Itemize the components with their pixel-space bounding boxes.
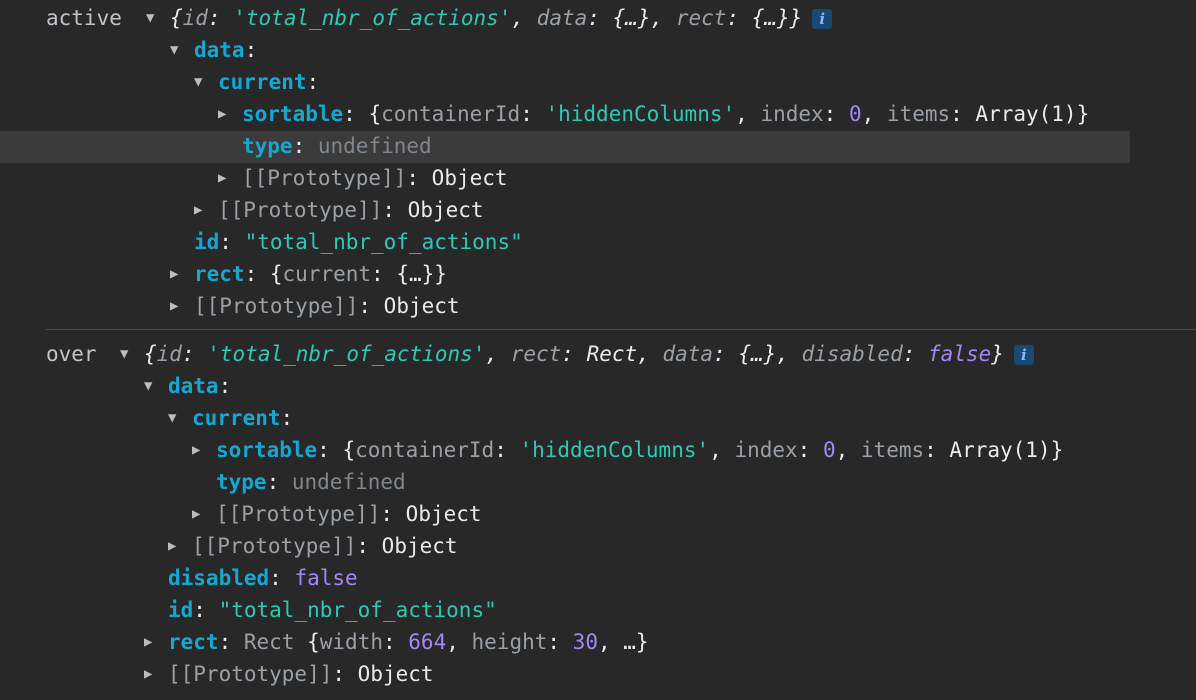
over-sortable-row[interactable]: ▶ sortable: {containerId: 'hiddenColumns'… xyxy=(192,434,1063,466)
chevron-right-icon[interactable]: ▶ xyxy=(144,626,168,658)
chevron-right-icon[interactable]: ▶ xyxy=(218,98,242,130)
chevron-down-icon[interactable]: ▼ xyxy=(194,66,218,98)
chevron-right-icon[interactable]: ▶ xyxy=(192,498,216,530)
active-label: active xyxy=(46,6,122,30)
chevron-down-icon[interactable]: ▼ xyxy=(120,338,144,370)
console-divider xyxy=(46,329,1196,330)
chevron-down-icon[interactable]: ▼ xyxy=(144,370,168,402)
active-sortable-row[interactable]: ▶ sortable: {containerId: 'hiddenColumns'… xyxy=(218,98,1089,130)
over-data-prototype-row[interactable]: ▶ [[Prototype]]: Object xyxy=(168,530,458,562)
over-root-prototype-row[interactable]: ▶ [[Prototype]]: Object xyxy=(144,658,434,690)
over-rect-row[interactable]: ▶ rect: Rect {width: 664, height: 30, …} xyxy=(144,626,649,658)
active-rect-row[interactable]: ▶ rect: {current: {…}} xyxy=(170,258,447,290)
chevron-right-icon[interactable]: ▶ xyxy=(194,194,218,226)
chevron-right-icon[interactable]: ▶ xyxy=(170,290,194,322)
active-root-prototype-row[interactable]: ▶ [[Prototype]]: Object xyxy=(170,290,460,322)
over-current-row[interactable]: ▼ current: xyxy=(168,402,293,434)
chevron-down-icon[interactable]: ▼ xyxy=(146,2,170,34)
chevron-right-icon[interactable]: ▶ xyxy=(170,258,194,290)
chevron-right-icon[interactable]: ▶ xyxy=(218,162,242,194)
over-current-prototype-row[interactable]: ▶ [[Prototype]]: Object xyxy=(192,498,482,530)
over-summary[interactable]: {id: 'total_nbr_of_actions', rect: Rect,… xyxy=(144,342,1004,366)
chevron-down-icon[interactable]: ▼ xyxy=(168,402,192,434)
over-type-row[interactable]: type: undefined xyxy=(192,466,406,498)
active-entry-row[interactable]: active ▼ {id: 'total_nbr_of_actions', dat… xyxy=(0,2,1196,34)
active-id-row[interactable]: id: "total_nbr_of_actions" xyxy=(170,226,523,258)
over-id-row[interactable]: id: "total_nbr_of_actions" xyxy=(144,594,497,626)
chevron-down-icon[interactable]: ▼ xyxy=(170,34,194,66)
info-icon[interactable]: i xyxy=(1013,345,1034,365)
chevron-right-icon[interactable]: ▶ xyxy=(168,530,192,562)
over-data-row[interactable]: ▼ data: xyxy=(144,370,231,402)
info-icon[interactable]: i xyxy=(812,9,833,29)
active-current-prototype-row[interactable]: ▶ [[Prototype]]: Object xyxy=(218,162,508,194)
hover-highlight xyxy=(0,131,1130,163)
chevron-right-icon[interactable]: ▶ xyxy=(144,658,168,690)
over-label: over xyxy=(46,342,97,366)
over-disabled-row[interactable]: disabled: false xyxy=(144,562,358,594)
active-type-row[interactable]: type: undefined xyxy=(218,130,432,162)
active-summary[interactable]: {id: 'total_nbr_of_actions', data: {…}, … xyxy=(170,6,802,30)
active-current-row[interactable]: ▼ current: xyxy=(194,66,319,98)
chevron-right-icon[interactable]: ▶ xyxy=(192,434,216,466)
active-data-prototype-row[interactable]: ▶ [[Prototype]]: Object xyxy=(194,194,484,226)
over-entry-row[interactable]: over ▼ {id: 'total_nbr_of_actions', rect:… xyxy=(0,338,1196,370)
active-data-row[interactable]: ▼ data: xyxy=(170,34,257,66)
